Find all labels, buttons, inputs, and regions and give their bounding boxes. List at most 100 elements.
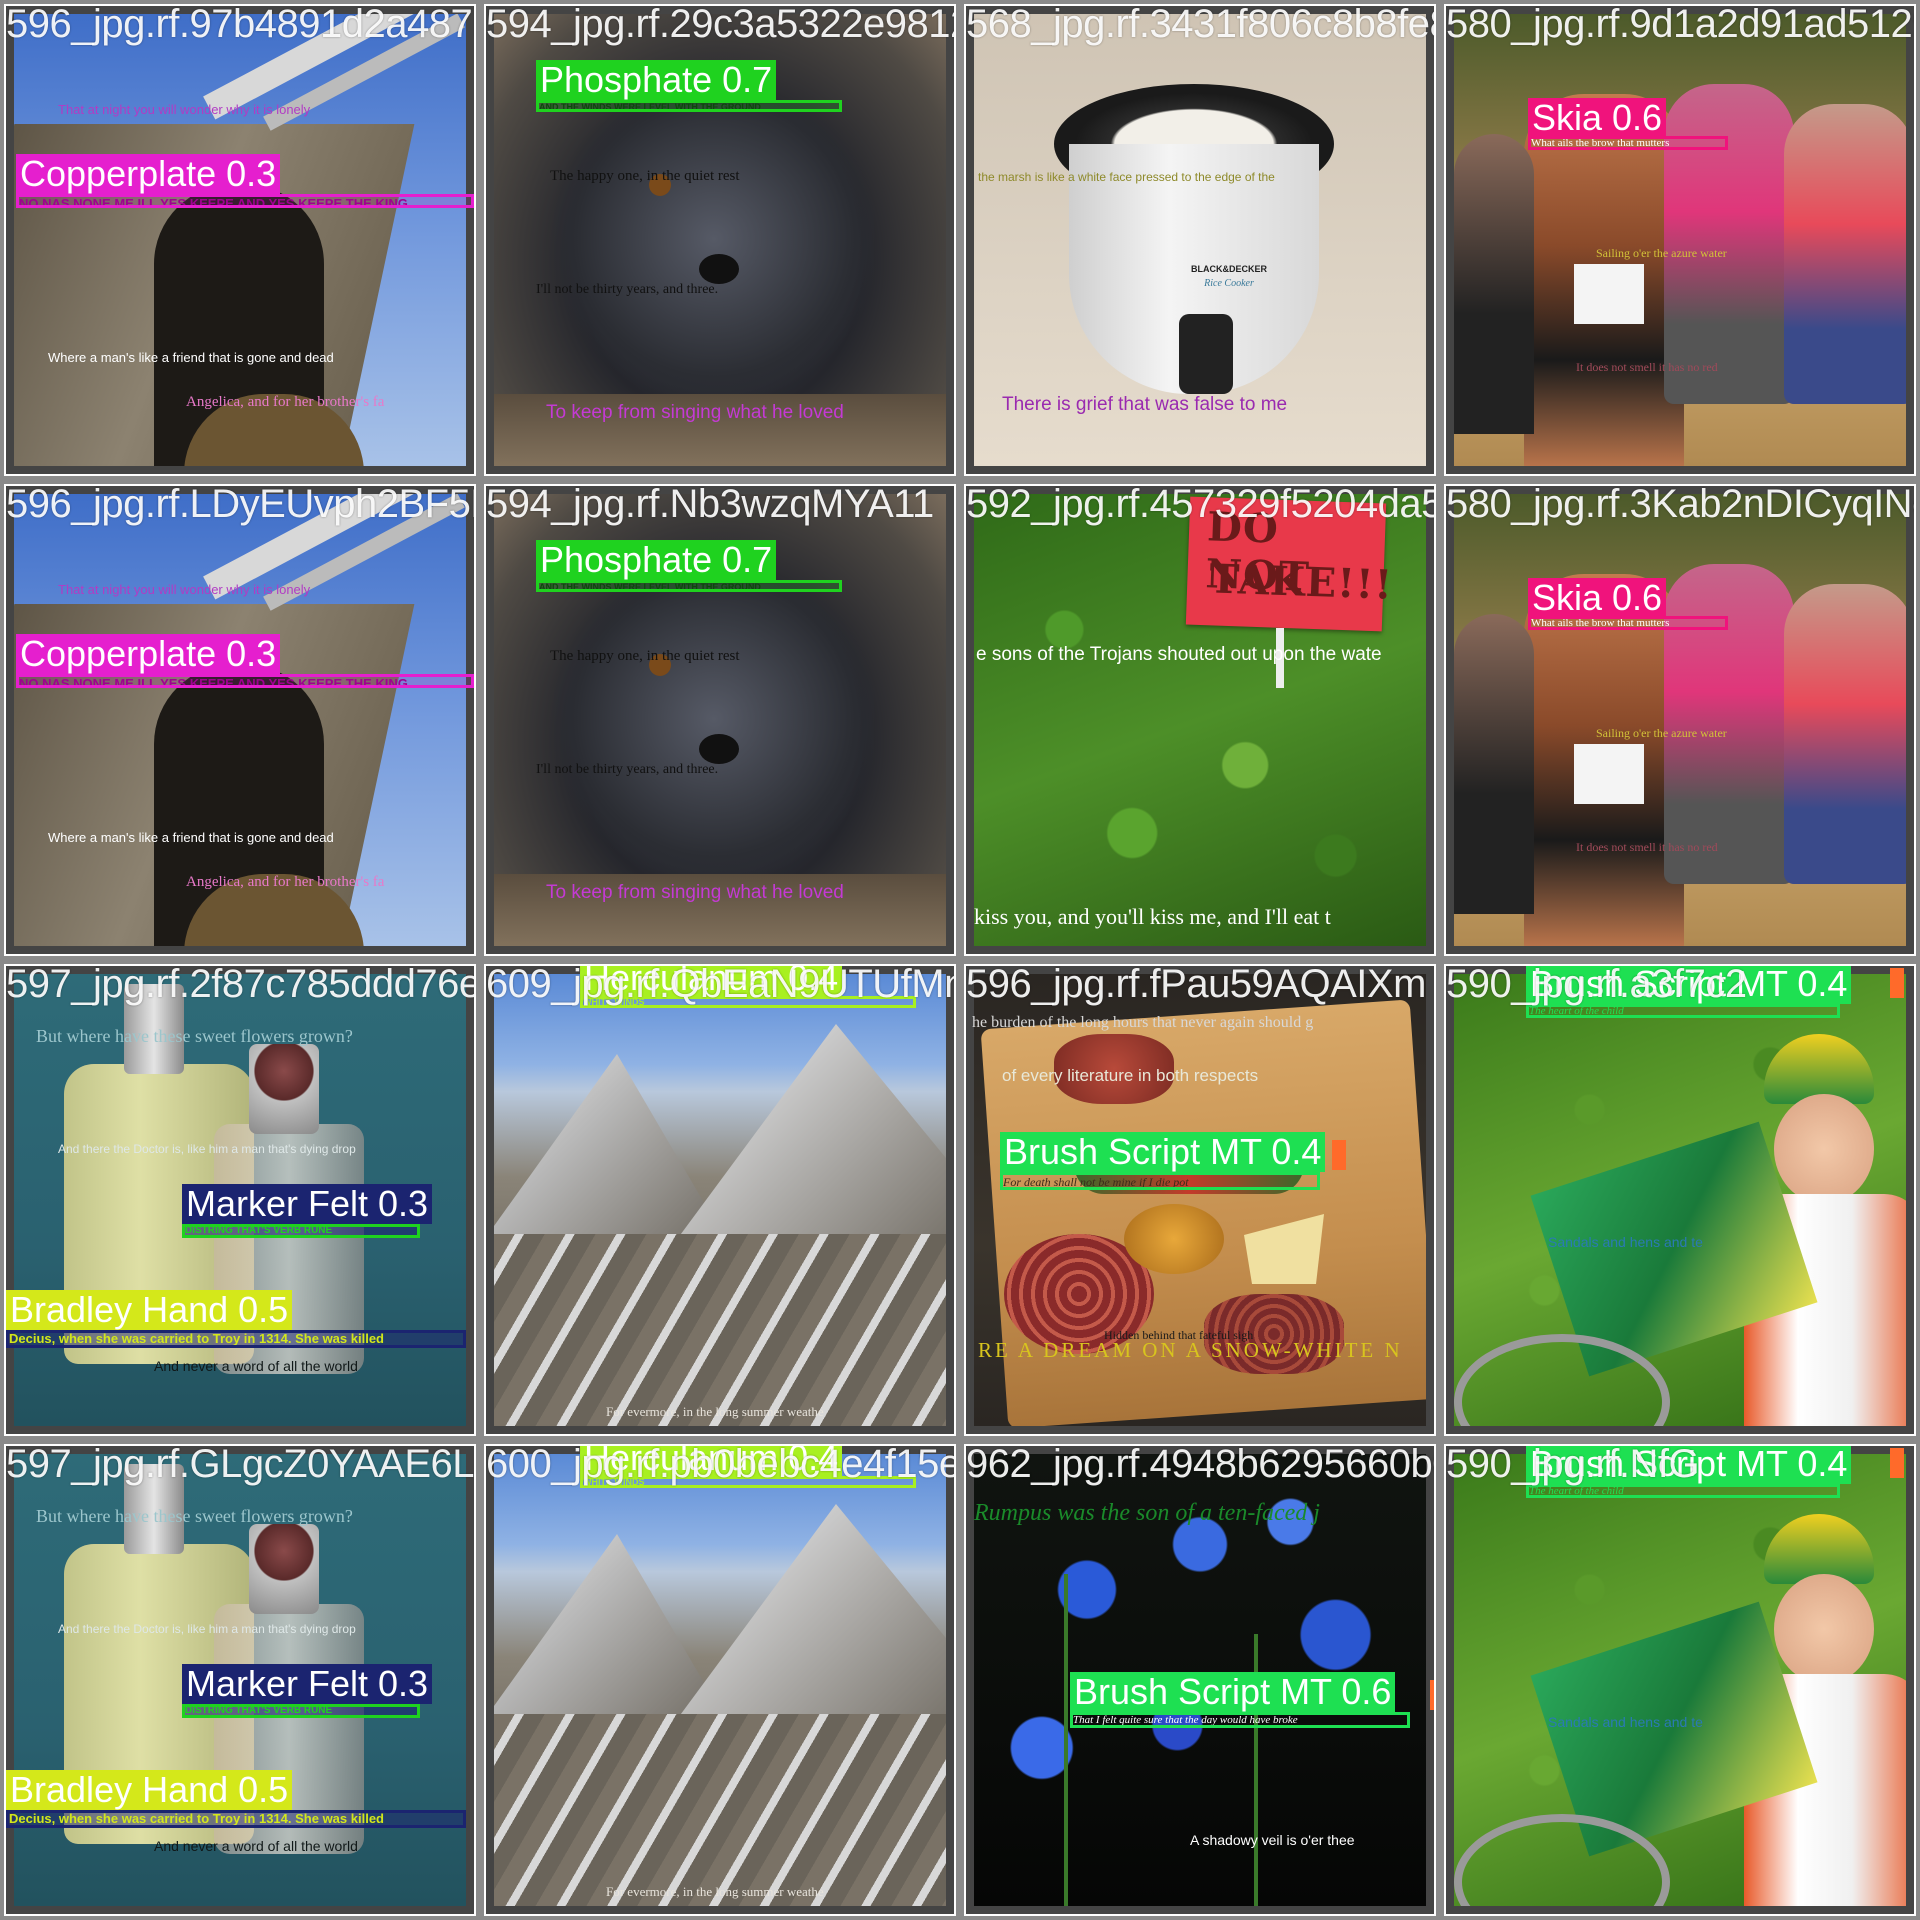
tile-filename: 600_jpg.rf.pb0bebc4e4f15eda: [486, 1442, 960, 1486]
tile-12[interactable]: 597_jpg.rf.GLgcZ0YAAE6Ld But where have …: [0, 1440, 480, 1920]
detection-box: What ails the brow that mutters: [1528, 136, 1728, 150]
caption: I'll not be thirty years, and three.: [536, 762, 719, 777]
boy-with-bicycle-photo: [1454, 974, 1906, 1426]
tile-filename: 594_jpg.rf.Nb3wzqMYA11: [486, 482, 934, 526]
race-bib: [1574, 744, 1644, 804]
detection-box: DISTRING THAT'S VERB RUNE: [182, 1704, 420, 1718]
runner-left: [1454, 134, 1534, 434]
tile-filename: 580_jpg.rf.9d1a2d91ad5129ec: [1446, 2, 1914, 46]
caption: Where a man's like a friend that is gone…: [48, 830, 334, 845]
mountain-slopes: [494, 1234, 946, 1426]
caption: Sailing o'er the azure water: [1596, 246, 1727, 260]
tile-filename: 597_jpg.rf.2f87c785ddd76e1: [6, 962, 480, 1006]
caption: Rumpus was the son of a ten-faced j: [974, 1500, 1320, 1526]
cooker-model-label: Rice Cooker: [1204, 278, 1254, 289]
tile-1[interactable]: 594_jpg.rf.29c3a5322e981262f63 Phosphate…: [480, 0, 960, 480]
detection-label: Brush Script MT 0.4: [1000, 1132, 1326, 1172]
runner-red: [1784, 104, 1906, 404]
detection-label: Marker Felt 0.3: [182, 1184, 433, 1224]
mosaic-grid: 596_jpg.rf.97b4891d2a487b5 That at night…: [0, 0, 1920, 1920]
caption: For evermore, in the long summer weathe: [606, 1404, 824, 1419]
caption: That at night you will wonder why it is …: [58, 102, 311, 117]
detection-box: DISTRING THAT'S VERB RUNE: [182, 1224, 420, 1238]
tile-11[interactable]: 590_jpg.rf.a3f7c2 Brush Script MT 0.4 Th…: [1440, 960, 1920, 1440]
tile-filename: 596_jpg.rf.fPau59AQAIXm: [966, 962, 1426, 1006]
tile-filename: 609_jpg.rf.QbEaN9UTUfMnZCTu: [486, 962, 960, 1006]
tile-5[interactable]: 594_jpg.rf.Nb3wzqMYA11 Phosphate 0.7 AND…: [480, 480, 960, 960]
detection-label-tail: [1430, 1680, 1434, 1710]
caption: Angelica, and for her brother's fa: [186, 874, 385, 890]
tile-15[interactable]: 590_jpg.rf.NfG Brush Script MT 0.4 The h…: [1440, 1440, 1920, 1920]
tile-filename: 596_jpg.rf.97b4891d2a487b5: [6, 2, 480, 46]
tile-4[interactable]: 596_jpg.rf.LDyEUvph2BF5B That at night y…: [0, 480, 480, 960]
detection-box: What ails the brow that mutters: [1528, 616, 1728, 630]
caption: e sons of the Trojans shouted out upon t…: [976, 644, 1382, 665]
boy-face: [1774, 1574, 1874, 1684]
detection-box: AND THE WINDS WERE LEVEL WITH THE GROUND: [536, 580, 842, 592]
caption: The happy one, in the quiet rest: [550, 648, 740, 664]
caption: Sandals and hens and te: [1548, 1714, 1703, 1730]
animal-nose: [699, 734, 739, 764]
caption: Sandals and hens and te: [1548, 1234, 1703, 1250]
flower-stem: [1064, 1574, 1068, 1906]
snowy-mountains-photo: [494, 1454, 946, 1906]
runner-pink: [1664, 84, 1794, 404]
detection-label: Brush Script MT 0.6: [1070, 1672, 1396, 1712]
detection-label: Copperplate 0.3: [16, 634, 281, 674]
tile-7[interactable]: 580_jpg.rf.3Kab2nDICyqINc Skia 0.6 What …: [1440, 480, 1920, 960]
detection-box: For death shall not be mine if I die pot: [1000, 1172, 1320, 1190]
caption: Angelica, and for her brother's fa: [186, 394, 385, 410]
tile-13[interactable]: 600_jpg.rf.pb0bebc4e4f15eda Herculanum 0…: [480, 1440, 960, 1920]
tile-filename: 962_jpg.rf.4948b6295660b09: [966, 1442, 1440, 1486]
caption: the marsh is like a white face pressed t…: [978, 170, 1275, 184]
detection-label: Bradley Hand 0.5: [6, 1770, 293, 1810]
caption: And there the Doctor is, like him a man …: [58, 1142, 356, 1156]
detection-box: That I felt quite sure that the day woul…: [1070, 1712, 1410, 1728]
runner-pink: [1664, 564, 1794, 884]
detection-box: Decius, when she was carried to Troy in …: [6, 1810, 466, 1828]
tile-14[interactable]: 962_jpg.rf.4948b6295660b09 Rumpus was th…: [960, 1440, 1440, 1920]
small-bottle-cap: [249, 1524, 319, 1614]
mountain-slopes: [494, 1714, 946, 1906]
caption: That at night you will wonder why it is …: [58, 582, 311, 597]
caption: For evermore, in the long summer weathe: [606, 1884, 824, 1899]
tile-8[interactable]: 597_jpg.rf.2f87c785ddd76e1 But where hav…: [0, 960, 480, 1440]
tile-filename: 597_jpg.rf.GLgcZ0YAAE6Ld: [6, 1442, 480, 1486]
caption: But where have these sweet flowers grown…: [36, 1026, 353, 1046]
detection-label: Skia 0.6: [1528, 98, 1667, 138]
tile-0[interactable]: 596_jpg.rf.97b4891d2a487b5 That at night…: [0, 0, 480, 480]
caption: And there the Doctor is, like him a man …: [58, 1622, 356, 1636]
detection-label-tail: [1890, 1448, 1904, 1478]
boy-face: [1774, 1094, 1874, 1204]
tile-10[interactable]: 596_jpg.rf.fPau59AQAIXm he burden of the…: [960, 960, 1440, 1440]
tile-9[interactable]: 609_jpg.rf.QbEaN9UTUfMnZCTu Herculanum 0…: [480, 960, 960, 1440]
tile-3[interactable]: 580_jpg.rf.9d1a2d91ad5129ec Skia 0.6 Wha…: [1440, 0, 1920, 480]
caption: Sailing o'er the azure water: [1596, 726, 1727, 740]
caption: And never a word of all the world: [154, 1358, 358, 1374]
caption: There is grief that was false to me: [1002, 394, 1288, 415]
tile-filename: 596_jpg.rf.LDyEUvph2BF5B: [6, 482, 480, 526]
detection-box: NO NAS NONE ME ILL YES KEEPE AND YES KEE…: [16, 194, 474, 208]
detection-label: Bradley Hand 0.5: [6, 1290, 293, 1330]
tile-filename: 580_jpg.rf.3Kab2nDICyqINc: [1446, 482, 1920, 526]
tile-6[interactable]: DO NOT TAKE!!! 592_jpg.rf.457329f5204da5…: [960, 480, 1440, 960]
detection-label: Phosphate 0.7: [536, 540, 777, 580]
caption: he burden of the long hours that never a…: [972, 1014, 1314, 1031]
tile-filename: 568_jpg.rf.3431f806c8b8fe85b9230: [966, 2, 1434, 46]
race-bib: [1574, 264, 1644, 324]
runner-left: [1454, 614, 1534, 914]
snowy-mountains-photo: [494, 974, 946, 1426]
tile-filename: 594_jpg.rf.29c3a5322e981262f63: [486, 2, 954, 46]
marathon-runners-photo: [1454, 494, 1906, 946]
caption: I'll not be thirty years, and three.: [536, 282, 719, 297]
cooker-switch: [1179, 314, 1233, 394]
detection-box: AND THE WINDS WERE LEVEL WITH THE GROUND: [536, 100, 842, 112]
animal-nose: [699, 254, 739, 284]
tile-2[interactable]: BLACK&DECKER Rice Cooker 568_jpg.rf.3431…: [960, 0, 1440, 480]
cooker-brand-label: BLACK&DECKER: [1191, 264, 1267, 274]
caption: RE A DREAM ON A SNOW-WHITE N: [978, 1338, 1403, 1362]
small-bottle-cap: [249, 1044, 319, 1134]
caption: kiss you, and you'll kiss me, and I'll e…: [974, 904, 1331, 929]
detection-label: Copperplate 0.3: [16, 154, 281, 194]
tile-filename: 590_jpg.rf.NfG: [1446, 1442, 1700, 1486]
